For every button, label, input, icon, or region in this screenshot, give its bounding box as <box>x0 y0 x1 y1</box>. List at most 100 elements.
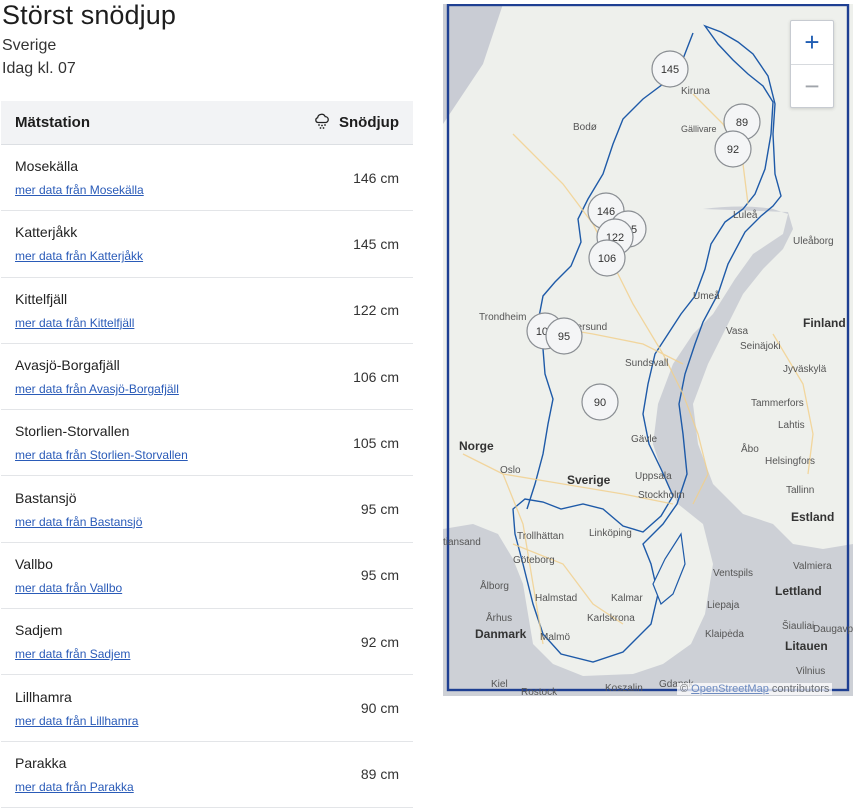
zoom-out-button[interactable]: − <box>791 64 833 108</box>
station-marker[interactable]: 90 <box>581 383 619 421</box>
snow-cloud-icon <box>313 112 331 134</box>
snow-depth-table: Mätstation Snödjup Mosekälla mer data frå… <box>1 101 413 808</box>
station-cell: Parakka mer data från Parakka <box>15 755 134 794</box>
place-label-tallinn: Tallinn <box>786 485 814 496</box>
station-data-link[interactable]: mer data från Storlien-Storvallen <box>15 448 188 462</box>
station-marker[interactable]: 92 <box>714 130 752 168</box>
station-cell: Sadjem mer data från Sadjem <box>15 622 130 661</box>
place-label-kiruna: Kiruna <box>681 86 710 97</box>
station-marker-label: 145 <box>661 64 679 76</box>
station-cell: Lillhamra mer data från Lillhamra <box>15 689 138 728</box>
attribution-prefix: © <box>680 683 692 695</box>
place-label-trondheim: Trondheim <box>479 312 526 323</box>
station-data-link[interactable]: mer data från Mosekälla <box>15 183 144 197</box>
place-label-vasa: Vasa <box>726 326 748 337</box>
place-label-lettland: Lettland <box>775 584 822 598</box>
table-row: Sadjem mer data från Sadjem 92 cm <box>1 609 413 676</box>
station-data-link[interactable]: mer data från Katterjåkk <box>15 249 143 263</box>
place-label-kiel: Kiel <box>491 679 508 690</box>
table-row: Vallbo mer data från Vallbo 95 cm <box>1 543 413 610</box>
station-marker-label: 146 <box>597 206 615 218</box>
place-label-halmstad: Halmstad <box>535 593 577 604</box>
zoom-in-button[interactable]: + <box>791 21 833 64</box>
station-data-link[interactable]: mer data från Vallbo <box>15 581 122 595</box>
snow-depth-value: 90 cm <box>360 700 399 717</box>
table-row: Parakka mer data från Parakka 89 cm <box>1 742 413 808</box>
place-label-vilnius: Vilnius <box>796 666 825 677</box>
place-label-litauen: Litauen <box>785 639 828 653</box>
table-row: Avasjö-Borgafjäll mer data från Avasjö-Bo… <box>1 344 413 411</box>
station-data-link[interactable]: mer data från Lillhamra <box>15 714 138 728</box>
place-label-malmo: Malmö <box>540 632 570 643</box>
station-marker-label: 92 <box>727 144 739 156</box>
station-name: Storlien-Storvallen <box>15 423 130 440</box>
station-cell: Bastansjö mer data från Bastansjö <box>15 490 142 529</box>
place-label-alborg: Ålborg <box>480 579 509 592</box>
station-data-link[interactable]: mer data från Bastansjö <box>15 515 142 529</box>
station-name: Avasjö-Borgafjäll <box>15 357 120 374</box>
station-cell: Mosekälla mer data från Mosekälla <box>15 158 144 197</box>
snow-depth-value: 89 cm <box>360 766 399 783</box>
place-label-rostock: Rostock <box>521 687 558 696</box>
station-marker-label: 95 <box>558 331 570 343</box>
station-marker[interactable]: 95 <box>545 317 583 355</box>
snow-depth-value: 145 cm <box>353 235 399 252</box>
table-row: Lillhamra mer data från Lillhamra 90 cm <box>1 675 413 742</box>
table-body: Mosekälla mer data från Mosekälla 146 cm Ka… <box>1 145 413 808</box>
table-row: Bastansjö mer data från Bastansjö 95 cm <box>1 476 413 543</box>
station-name: Sadjem <box>15 622 63 639</box>
station-marker[interactable]: 145 <box>651 50 689 88</box>
station-cell: Katterjåkk mer data från Katterjåkk <box>15 224 143 263</box>
place-label-danmark: Danmark <box>475 627 527 641</box>
place-label-jyvaskyla: Jyväskylä <box>783 364 827 375</box>
place-label-helsingfors: Helsingfors <box>765 456 815 467</box>
place-label-klaipeda: Klaipėda <box>705 629 744 640</box>
time-label: Idag kl. 07 <box>2 60 76 77</box>
station-name: Vallbo <box>15 555 53 572</box>
place-label-sundsvall: Sundsvall <box>625 358 668 369</box>
station-cell: Avasjö-Borgafjäll mer data från Avasjö-Bo… <box>15 357 179 396</box>
station-data-link[interactable]: mer data från Kittelfjäll <box>15 316 134 330</box>
zoom-control: + − <box>790 20 834 108</box>
place-label-uppsala: Uppsala <box>635 471 672 482</box>
place-label-tammerfors: Tammerfors <box>751 398 804 409</box>
place-label-gavle: Gävle <box>631 434 658 445</box>
station-name: Lillhamra <box>15 688 72 705</box>
place-label-bodo: Bodø <box>573 122 597 133</box>
openstreetmap-link[interactable]: OpenStreetMap <box>691 683 769 695</box>
station-data-link[interactable]: mer data från Parakka <box>15 780 134 794</box>
place-label-ventspils: Ventspils <box>713 568 753 579</box>
table-header: Mätstation Snödjup <box>1 101 413 145</box>
attribution-suffix: contributors <box>768 683 830 695</box>
snow-depth-value: 146 cm <box>353 169 399 186</box>
place-label-umea: Umeå <box>693 290 720 302</box>
station-data-link[interactable]: mer data från Sadjem <box>15 647 130 661</box>
place-label-daugavpils: Daugavpi <box>813 624 853 635</box>
table-row: Storlien-Storvallen mer data från Storlie… <box>1 410 413 477</box>
place-label-uleaborg: Uleåborg <box>793 235 834 247</box>
station-name: Katterjåkk <box>15 224 78 241</box>
station-marker[interactable]: 106 <box>588 239 626 277</box>
place-label-seinajoki: Seinäjoki <box>740 341 781 352</box>
station-marker-label: 89 <box>736 117 748 129</box>
table-row: Kittelfjäll mer data från Kittelfjäll 122 … <box>1 278 413 344</box>
station-name: Kittelfjäll <box>15 290 68 307</box>
place-label-norge: Norge <box>459 439 494 453</box>
snow-depth-value: 92 cm <box>360 633 399 650</box>
snow-depth-value: 105 cm <box>353 434 399 451</box>
region-label: Sverige <box>2 37 57 54</box>
station-data-link[interactable]: mer data från Avasjö-Borgafjäll <box>15 382 179 396</box>
place-label-abo: Åbo <box>741 442 759 455</box>
place-label-estland: Estland <box>791 510 834 524</box>
snow-depth-value: 95 cm <box>360 501 399 518</box>
station-cell: Vallbo mer data från Vallbo <box>15 556 122 595</box>
place-label-siauliai: Šiauliai <box>782 619 814 632</box>
place-label-finland: Finland <box>803 316 846 330</box>
place-label-valmiera: Valmiera <box>793 561 832 572</box>
station-marker-label: 90 <box>594 397 606 409</box>
place-label-lulea: Luleå <box>733 209 758 221</box>
place-label-linkoping: Linköping <box>589 528 632 539</box>
station-cell: Storlien-Storvallen mer data från Storlie… <box>15 423 188 462</box>
snow-depth-value: 106 cm <box>353 368 399 385</box>
table-row: Katterjåkk mer data från Katterjåkk 145 cm <box>1 211 413 278</box>
